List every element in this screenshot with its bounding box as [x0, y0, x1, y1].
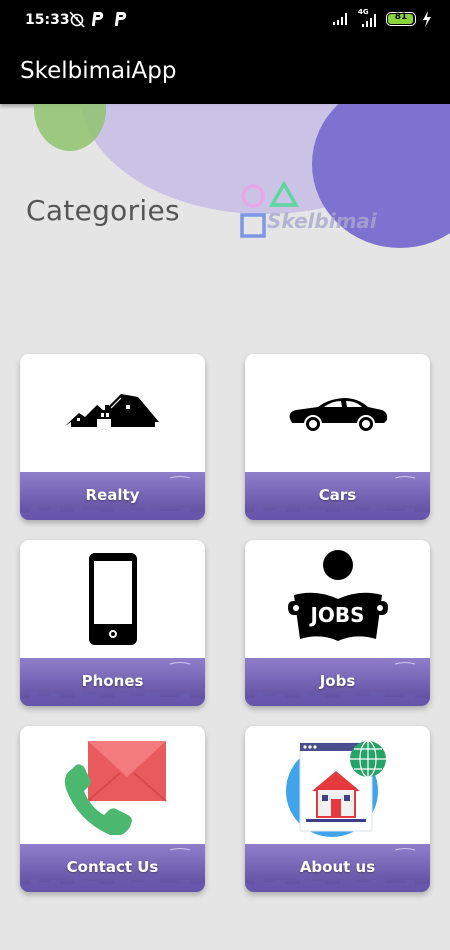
card-banner: About us: [245, 844, 430, 892]
card-banner: Contact Us: [20, 844, 205, 892]
app-bar: SkelbimaiApp: [0, 42, 450, 104]
logo-text: Skelbimai: [267, 209, 377, 233]
parking-p-icon: [115, 12, 127, 26]
page-title: Categories: [26, 194, 180, 227]
category-card-phones[interactable]: Phones: [20, 540, 205, 706]
signal-icon: [333, 13, 347, 25]
category-card-contact-us[interactable]: Contact Us: [20, 726, 205, 892]
app-title: SkelbimaiApp: [20, 58, 177, 84]
jobs-icon-text: JOBS: [310, 603, 365, 627]
category-label: Jobs: [319, 672, 356, 690]
card-banner: Phones: [20, 658, 205, 706]
charging-icon: [423, 11, 431, 27]
category-label: Cars: [318, 486, 357, 504]
parking-p-icon: [92, 12, 104, 26]
status-time: 15:33: [25, 12, 70, 28]
category-card-about-us[interactable]: About us: [245, 726, 430, 892]
category-card-cars[interactable]: Cars: [245, 354, 430, 520]
skelbimai-logo: Skelbimai: [238, 180, 398, 242]
battery-level: 81: [394, 12, 408, 22]
signal-4g-icon: 4G: [356, 8, 380, 28]
category-label: Realty: [85, 486, 140, 504]
status-bar: 15:33 4G 81: [0, 0, 450, 42]
about-icon: [245, 726, 430, 844]
contact-icon: [20, 726, 205, 844]
category-label: Phones: [81, 672, 144, 690]
phone-icon: [20, 540, 205, 658]
car-icon: [245, 354, 430, 472]
battery-icon: 81: [386, 12, 416, 26]
houses-icon: [20, 354, 205, 472]
card-banner: Cars: [245, 472, 430, 520]
status-right-group: 4G 81: [332, 8, 432, 28]
card-banner: Jobs: [245, 658, 430, 706]
category-card-jobs[interactable]: JOBS Jobs: [245, 540, 430, 706]
category-label: About us: [299, 858, 376, 876]
jobs-icon: JOBS: [245, 540, 430, 658]
category-label: Contact Us: [66, 858, 159, 876]
card-banner: Realty: [20, 472, 205, 520]
category-card-realty[interactable]: Realty: [20, 354, 205, 520]
alarm-off-icon: [69, 11, 85, 28]
